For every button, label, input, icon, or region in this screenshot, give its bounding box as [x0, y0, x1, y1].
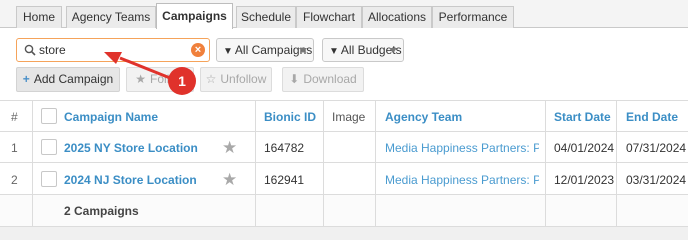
divider — [375, 100, 376, 226]
column-header-agency-team[interactable]: Agency Team — [385, 110, 462, 124]
agency-team-link[interactable]: Media Happiness Partners: Pat'… — [385, 173, 539, 187]
column-header-end-date[interactable]: End Date — [626, 110, 678, 124]
star-icon[interactable]: ★ — [222, 171, 237, 188]
agency-team-link[interactable]: Media Happiness Partners: Pat'… — [385, 141, 539, 155]
campaign-count: 2 Campaigns — [64, 204, 139, 218]
star-icon[interactable]: ★ — [222, 139, 237, 156]
start-date: 12/01/2023 — [554, 173, 615, 187]
divider — [255, 100, 256, 226]
row-checkbox[interactable] — [41, 171, 57, 187]
callout-badge: 1 — [168, 67, 196, 95]
divider — [0, 162, 688, 163]
divider — [32, 100, 33, 226]
column-header-campaign-name[interactable]: Campaign Name — [64, 110, 158, 124]
column-header-image: Image — [332, 110, 366, 124]
divider — [616, 100, 617, 226]
campaign-name-link[interactable]: 2024 NJ Store Location — [64, 173, 197, 187]
row-number: 1 — [11, 141, 18, 155]
divider — [0, 131, 688, 132]
divider — [323, 100, 324, 226]
divider — [0, 100, 688, 101]
bionic-id: 162941 — [264, 173, 305, 187]
row-checkbox[interactable] — [41, 139, 57, 155]
horizontal-scrollbar[interactable] — [0, 226, 688, 240]
campaign-name-link[interactable]: 2025 NY Store Location — [64, 141, 198, 155]
divider — [545, 100, 546, 226]
column-header-start-date[interactable]: Start Date — [554, 110, 611, 124]
end-date: 03/31/2024 — [626, 173, 687, 187]
bionic-id: 164782 — [264, 141, 305, 155]
end-date: 07/31/2024 — [626, 141, 687, 155]
start-date: 04/01/2024 — [554, 141, 615, 155]
select-all-checkbox[interactable] — [41, 108, 57, 124]
column-header-number: # — [11, 110, 18, 124]
divider — [0, 194, 688, 195]
column-header-bionic-id[interactable]: Bionic ID — [264, 110, 316, 124]
row-number: 2 — [11, 173, 18, 187]
